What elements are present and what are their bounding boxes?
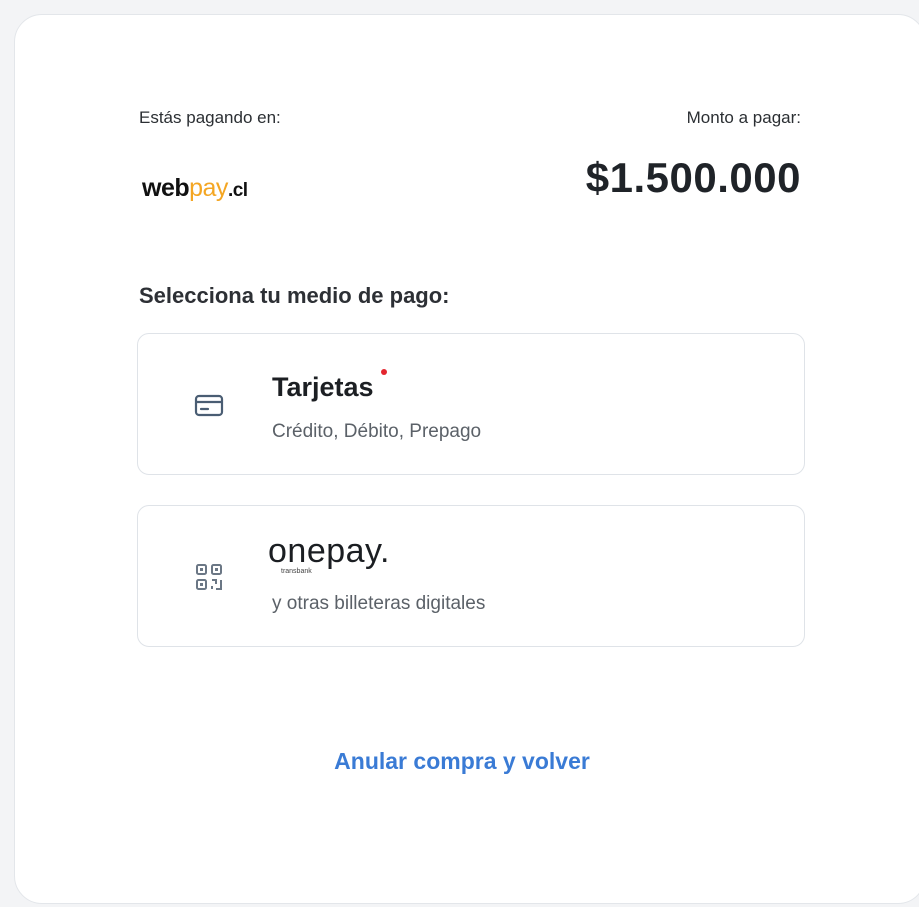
cancel-purchase-link[interactable]: Anular compra y volver xyxy=(15,748,919,775)
qr-code-icon xyxy=(196,564,222,590)
logo-part-web: web xyxy=(142,174,190,202)
payment-option-cards[interactable]: Tarjetas Crédito, Débito, Prepago xyxy=(137,333,805,475)
select-payment-title: Selecciona tu medio de pago: xyxy=(139,283,450,308)
amount-label: Monto a pagar: xyxy=(686,108,801,127)
amount-value: $1.500.000 xyxy=(585,154,801,201)
option-title: Tarjetas xyxy=(272,372,374,402)
logo-part-pay: pay xyxy=(189,174,228,202)
option-subtitle: y otras billeteras digitales xyxy=(272,593,486,614)
paying-at-label: Estás pagando en: xyxy=(139,108,281,127)
logo-dot xyxy=(381,369,387,375)
payment-option-onepay[interactable]: onepay. transbank y otras billeteras dig… xyxy=(137,505,805,647)
onepay-logo: onepay. xyxy=(268,532,390,570)
logo-part-cl: .cl xyxy=(227,180,248,201)
webpay-logo: webpay.cl xyxy=(142,173,248,206)
payment-card: Estás pagando en: Monto a pagar: webpay.… xyxy=(14,14,919,904)
onepay-logo-sub: transbank xyxy=(281,568,312,575)
credit-card-icon xyxy=(194,394,224,417)
option-subtitle: Crédito, Débito, Prepago xyxy=(272,421,482,442)
